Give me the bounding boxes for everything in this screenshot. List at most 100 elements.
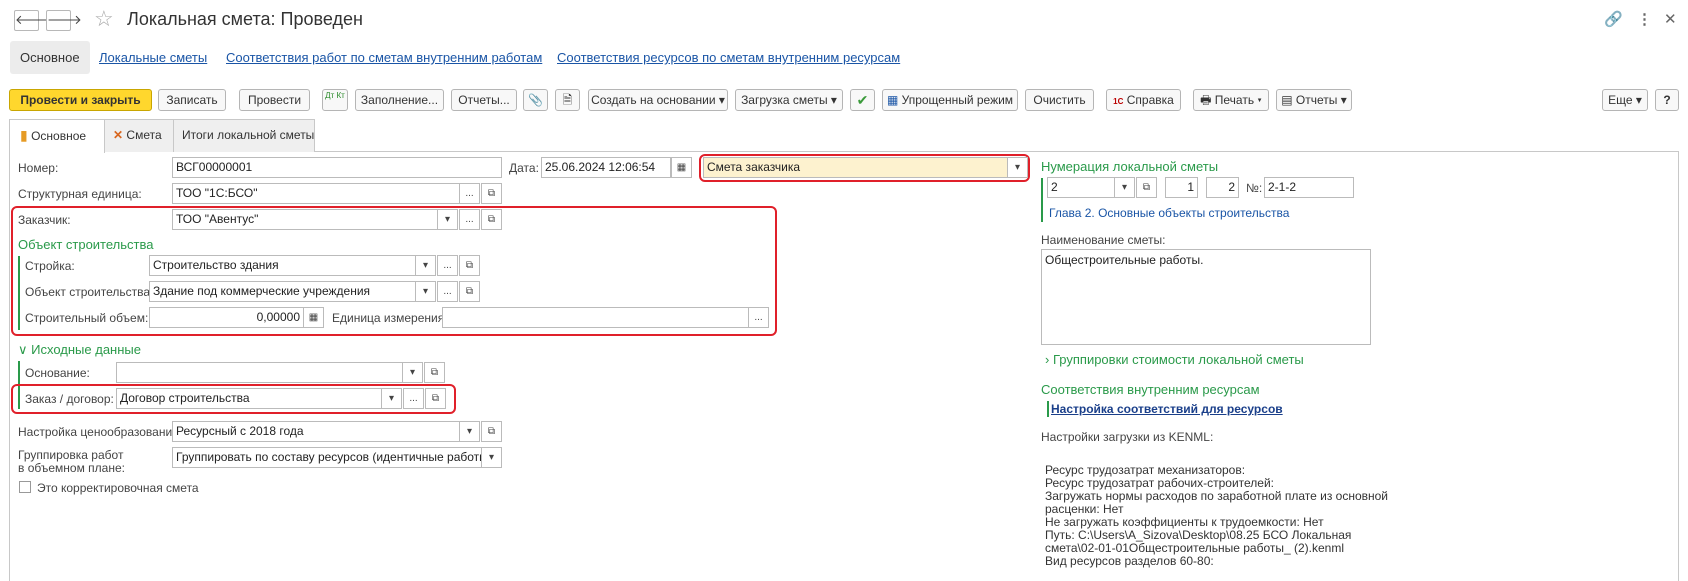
volume-calculator-button[interactable]: ▦	[303, 307, 324, 328]
estimate-type-field[interactable]: Смета заказчика	[703, 157, 1008, 178]
reports-dots-button[interactable]: Отчеты...	[451, 89, 517, 111]
tab-work-correspondences[interactable]: Соответствия работ по сметам внутренним …	[226, 41, 542, 74]
order-dropdown[interactable]: ▾	[381, 388, 402, 409]
num-a-field[interactable]: 1	[1165, 177, 1198, 198]
save-button[interactable]: Записать	[158, 89, 226, 111]
pricing-open-button[interactable]: ⧉	[481, 421, 502, 442]
pricing-dropdown[interactable]: ▾	[459, 421, 480, 442]
document-button[interactable]: 🗎	[555, 89, 580, 111]
tab-resource-correspondences[interactable]: Соответствия ресурсов по сметам внутренн…	[557, 41, 900, 74]
more-icon[interactable]: ⋮	[1637, 10, 1652, 28]
print-button[interactable]: 🖶 Печать ▾	[1193, 89, 1269, 111]
tab-local-estimates[interactable]: Локальные сметы	[99, 41, 207, 74]
post-and-close-button[interactable]: Провести и закрыть	[9, 89, 152, 111]
volume-field[interactable]: 0,00000	[149, 307, 304, 328]
object-dropdown[interactable]: ▾	[415, 281, 436, 302]
num-full-field[interactable]: 2-1-2	[1264, 177, 1354, 198]
basis-dropdown[interactable]: ▾	[402, 362, 423, 383]
basis-field[interactable]	[116, 362, 403, 383]
forward-button[interactable]: 🡒	[46, 10, 82, 31]
order-field[interactable]: Договор строительства	[116, 388, 382, 409]
back-button[interactable]: 🡐	[14, 10, 50, 31]
cost-groups-toggle[interactable]: › Группировки стоимости локальной сметы	[1045, 352, 1304, 367]
favorite-star-icon[interactable]: ☆	[94, 6, 114, 32]
object-open-button[interactable]: ⧉	[459, 281, 480, 302]
close-icon[interactable]: ✕	[1664, 10, 1677, 28]
dtkt-button[interactable]: Дт Кт	[322, 89, 348, 111]
check-button[interactable]: ✔	[850, 89, 875, 111]
num-b-field[interactable]: 2	[1206, 177, 1239, 198]
fill-button[interactable]: Заполнение...	[355, 89, 444, 111]
unit-field[interactable]	[442, 307, 749, 328]
struct-unit-field[interactable]: ТОО "1С:БСО"	[172, 183, 460, 204]
document-orange-icon: ▮	[20, 127, 28, 143]
unit-label: Единица измерения:	[332, 311, 448, 325]
chapter-dropdown[interactable]: ▾	[1114, 177, 1135, 198]
estimate-name-label: Наименование сметы:	[1041, 233, 1166, 247]
object-select-button[interactable]: ...	[437, 281, 458, 302]
unit-select-button[interactable]: ...	[748, 307, 769, 328]
chevron-down-icon: ▾	[422, 286, 429, 297]
site-open-button[interactable]: ⧉	[459, 255, 480, 276]
estimate-type-dropdown[interactable]: ▾	[1007, 157, 1028, 178]
chapter-number-field[interactable]: 2	[1047, 177, 1115, 198]
estimate-name-textarea[interactable]: Общестроительные работы.	[1041, 249, 1371, 345]
doc-tab-main-label: Основное	[31, 129, 87, 143]
clear-button[interactable]: Очистить	[1025, 89, 1094, 111]
kenml-line: Ресурс трудозатрат рабочих-строителей:	[1045, 476, 1275, 490]
struct-unit-label: Структурная единица:	[18, 187, 142, 201]
dtkt-icon: Дт Кт	[325, 91, 345, 100]
struct-unit-select-button[interactable]: ...	[459, 183, 480, 204]
customer-dropdown[interactable]: ▾	[437, 209, 458, 230]
reports-label: Отчеты ▾	[1295, 93, 1347, 107]
customer-field[interactable]: ТОО "Авентус"	[172, 209, 438, 230]
customer-select-button[interactable]: ...	[459, 209, 480, 230]
doc-tab-estimate[interactable]: ✕ Смета	[104, 119, 174, 152]
basis-label: Основание:	[25, 366, 90, 380]
object-section-bar	[18, 256, 20, 330]
order-select-button[interactable]: ...	[403, 388, 424, 409]
customer-open-button[interactable]: ⧉	[481, 209, 502, 230]
calendar-button[interactable]: ▦	[671, 157, 692, 178]
help-button[interactable]: 1С Справка	[1106, 89, 1181, 111]
number-field[interactable]: ВСГ00000001	[172, 157, 502, 178]
corrective-checkbox[interactable]	[19, 481, 31, 493]
create-based-on-button[interactable]: Создать на основании ▾	[588, 89, 728, 111]
open-icon: ⧉	[487, 214, 496, 225]
volume-label: Строительный объем:	[25, 311, 149, 325]
object-field[interactable]: Здание под коммерческие учреждения	[149, 281, 416, 302]
site-field[interactable]: Строительство здания	[149, 255, 416, 276]
struct-unit-open-button[interactable]: ⧉	[481, 183, 502, 204]
grouping-label-2: в объемном плане:	[18, 461, 125, 475]
basis-open-button[interactable]: ⧉	[424, 362, 445, 383]
resources-settings-link[interactable]: Настройка соответствий для ресурсов	[1051, 402, 1283, 416]
question-button[interactable]: ?	[1655, 89, 1679, 111]
grouping-dropdown[interactable]: ▾	[481, 447, 502, 468]
link-icon[interactable]: 🔗	[1604, 10, 1623, 28]
doc-tab-totals[interactable]: Итоги локальной сметы	[173, 119, 315, 152]
corrective-label: Это корректировочная смета	[37, 481, 199, 495]
date-field[interactable]: 25.06.2024 12:06:54	[541, 157, 671, 178]
post-button[interactable]: Провести	[239, 89, 310, 111]
open-icon: ⧉	[487, 426, 496, 437]
simplified-mode-button[interactable]: ▦ Упрощенный режим	[882, 89, 1018, 111]
order-open-button[interactable]: ⧉	[425, 388, 446, 409]
load-estimate-button[interactable]: Загрузка сметы ▾	[735, 89, 843, 111]
reports-button[interactable]: ▤ Отчеты ▾	[1276, 89, 1352, 111]
site-select-button[interactable]: ...	[437, 255, 458, 276]
attachment-button[interactable]: 📎	[523, 89, 548, 111]
source-section-toggle[interactable]: ∨ Исходные данные	[18, 342, 141, 358]
pricing-field[interactable]: Ресурсный с 2018 года	[172, 421, 460, 442]
kenml-line: Не загружать коэффициенты к трудоемкости…	[1045, 515, 1324, 529]
tab-main[interactable]: Основное	[10, 41, 90, 74]
grouping-field[interactable]: Группировать по составу ресурсов (иденти…	[172, 447, 482, 468]
more-button[interactable]: Еще ▾	[1602, 89, 1648, 111]
reports-icon: ▤	[1281, 93, 1293, 107]
kenml-line: Ресурс трудозатрат механизаторов:	[1045, 463, 1246, 477]
site-dropdown[interactable]: ▾	[415, 255, 436, 276]
chevron-down-icon: ▾	[1014, 162, 1021, 173]
number-label: Номер:	[18, 161, 59, 175]
chapter-open-button[interactable]: ⧉	[1136, 177, 1157, 198]
chapter-name: Глава 2. Основные объекты строительства	[1049, 206, 1290, 220]
doc-tab-main[interactable]: ▮ Основное	[9, 119, 105, 153]
